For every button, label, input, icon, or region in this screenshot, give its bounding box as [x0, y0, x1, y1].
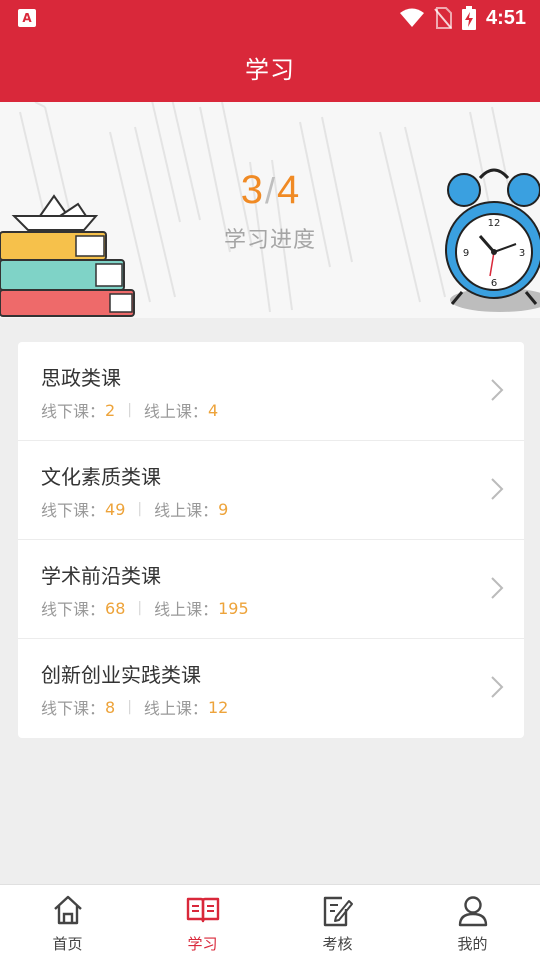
books-illustration	[0, 194, 135, 317]
online-count: 9	[218, 499, 229, 519]
status-bar: A 4:51	[0, 0, 540, 36]
course-category-title: 创新创业实践类课	[41, 663, 201, 687]
progress-separator: /	[264, 170, 275, 211]
chevron-right-icon	[491, 379, 504, 401]
battery-charging-icon	[461, 6, 476, 30]
course-counts: 线下课： 49 | 线上课： 9	[41, 497, 228, 521]
nav-home[interactable]: 首页	[0, 885, 135, 960]
no-sim-icon	[434, 7, 452, 29]
page-title: 学习	[245, 56, 295, 84]
course-category-title: 学术前沿类课	[41, 564, 161, 588]
nav-mine[interactable]: 我的	[405, 885, 540, 960]
offline-label: 线下课：	[41, 699, 106, 718]
progress-completed: 3	[240, 168, 263, 212]
progress-banner: 3/4 学习进度 12 3 6 9	[0, 102, 540, 318]
edit-document-icon	[323, 896, 353, 927]
svg-text:3: 3	[519, 248, 525, 259]
wifi-icon	[399, 8, 424, 27]
offline-count: 68	[105, 598, 126, 618]
svg-text:6: 6	[491, 278, 497, 289]
course-category-title: 思政类课	[41, 366, 121, 390]
course-category-row[interactable]: 思政类课 线下课： 2 | 线上课： 4	[18, 342, 524, 441]
online-count: 4	[207, 400, 219, 420]
offline-count: 2	[105, 400, 116, 420]
chevron-right-icon	[491, 577, 504, 599]
offline-count: 49	[105, 499, 126, 519]
course-counts: 线下课： 2 | 线上课： 4	[41, 398, 218, 422]
chevron-right-icon	[491, 478, 504, 500]
svg-text:9: 9	[463, 248, 469, 259]
online-label: 线上课：	[154, 600, 219, 619]
progress-total: 4	[277, 168, 300, 212]
offline-label: 线下课：	[41, 501, 106, 520]
meta-divider: |	[137, 600, 143, 616]
nav-label: 学习	[187, 935, 218, 953]
online-count: 195	[218, 598, 249, 618]
book-icon	[186, 897, 219, 923]
meta-divider: |	[137, 501, 143, 517]
nav-label: 我的	[457, 935, 488, 953]
bottom-navigation: 首页 学习 考核 我的	[0, 884, 540, 960]
course-category-row[interactable]: 学术前沿类课 线下课： 68 | 线上课： 195	[18, 540, 524, 639]
online-count: 12	[207, 697, 229, 717]
online-label: 线上课：	[143, 402, 208, 421]
offline-count: 8	[105, 697, 116, 717]
chevron-right-icon	[491, 676, 504, 698]
nav-label: 首页	[52, 935, 83, 953]
app-notification-icon: A	[18, 9, 36, 27]
meta-divider: |	[127, 402, 132, 418]
offline-label: 线下课：	[41, 402, 106, 421]
course-category-row[interactable]: 创新创业实践类课 线下课： 8 | 线上课： 12	[18, 639, 524, 738]
app-header: A 4:51 学习	[0, 0, 540, 102]
course-category-list: 思政类课 线下课： 2 | 线上课： 4 文化素质类课 线下课： 49 | 线上…	[18, 342, 524, 738]
user-icon	[458, 896, 487, 927]
online-label: 线上课：	[143, 699, 208, 718]
nav-label: 考核	[322, 935, 353, 953]
course-counts: 线下课： 8 | 线上课： 12	[41, 695, 228, 719]
nav-assessment[interactable]: 考核	[270, 885, 405, 960]
home-icon	[53, 895, 82, 925]
meta-divider: |	[127, 699, 132, 715]
course-category-title: 文化素质类课	[41, 465, 161, 489]
nav-study[interactable]: 学习	[135, 885, 270, 960]
course-category-row[interactable]: 文化素质类课 线下课： 49 | 线上课： 9	[18, 441, 524, 540]
course-counts: 线下课： 68 | 线上课： 195	[41, 596, 249, 620]
svg-text:12: 12	[488, 218, 501, 229]
status-time: 4:51	[485, 6, 526, 29]
offline-label: 线下课：	[41, 600, 106, 619]
alarm-clock-illustration: 12 3 6 9	[445, 168, 540, 312]
online-label: 线上课：	[154, 501, 219, 520]
status-icons: 4:51	[399, 5, 526, 31]
